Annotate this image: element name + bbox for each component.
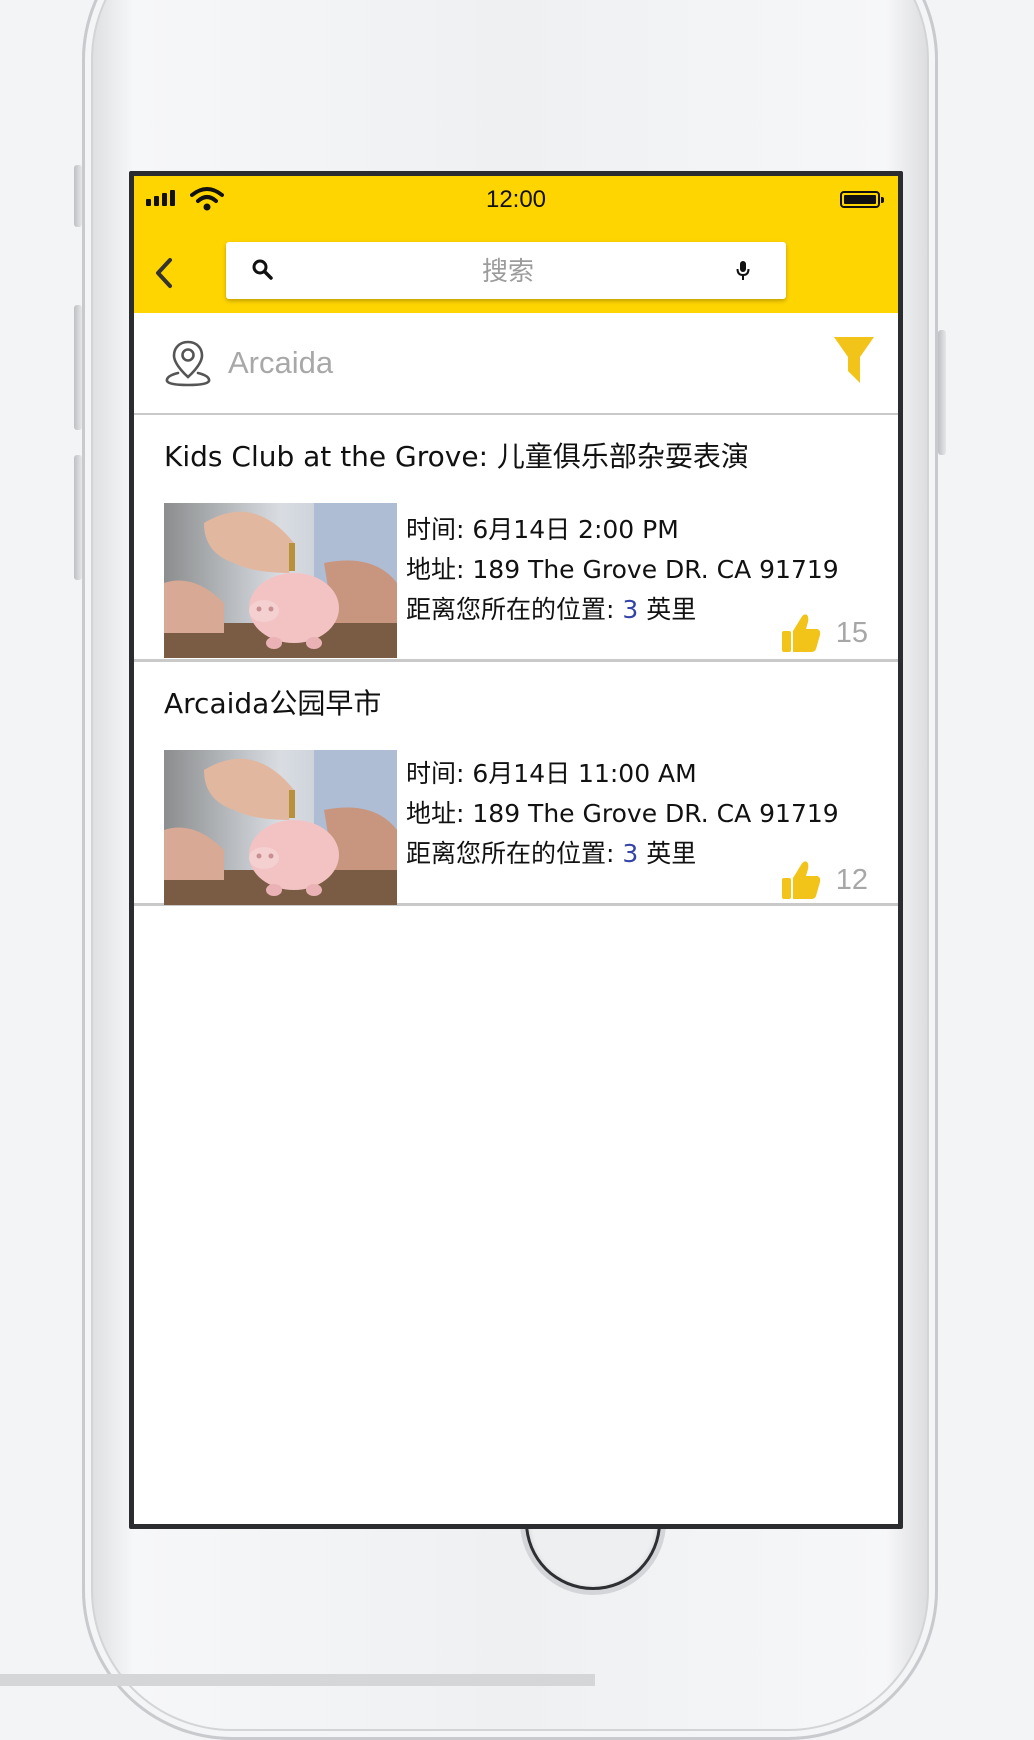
top-app-bar: 12:00 [134,176,898,313]
event-card[interactable]: Kids Club at the Grove: 儿童俱乐部杂耍表演 时间: 6月… [134,415,898,662]
event-distance: 距离您所在的位置: 3 英里 [406,834,696,870]
power-button [938,330,946,455]
volume-up-button [74,305,82,430]
like-count: 12 [835,863,868,896]
search-bar [226,242,786,301]
location-pin-icon[interactable] [164,338,212,388]
back-arrow-icon[interactable] [150,256,178,290]
empty-content-area [134,906,898,1524]
silent-switch [74,165,82,227]
time-label: 时间: [406,515,465,544]
event-title[interactable]: Arcaida公园早市 [164,682,381,722]
location-bar: Arcaida [134,313,898,415]
address-value: 189 The Grove DR. CA 91719 [472,799,839,828]
event-address: 地址: 189 The Grove DR. CA 91719 [406,550,839,586]
event-card[interactable]: Arcaida公园早市 时间: 6月14日 11:00 AM 地址: 189 T… [134,662,898,906]
event-distance: 距离您所在的位置: 3 英里 [406,590,696,626]
distance-label: 距离您所在的位置: [406,595,615,624]
distance-unit: 英里 [646,839,697,868]
time-value: 6月14日 11:00 AM [472,759,697,788]
distance-value: 3 [622,595,639,624]
mic-icon[interactable] [736,260,750,282]
time-value: 6月14日 2:00 PM [472,515,679,544]
app-screen: 12:00 Arcaida [129,171,903,1529]
filter-icon[interactable] [832,335,876,387]
event-photo [164,503,397,658]
thumbs-up-icon [781,614,820,652]
event-title[interactable]: Kids Club at the Grove: 儿童俱乐部杂耍表演 [164,435,749,475]
address-value: 189 The Grove DR. CA 91719 [472,555,839,584]
event-time: 时间: 6月14日 2:00 PM [406,510,679,546]
like-count: 15 [835,616,868,649]
bottom-scrollbar [0,1674,595,1686]
distance-value: 3 [622,839,639,868]
volume-down-button [74,455,82,580]
event-time: 时间: 6月14日 11:00 AM [406,754,697,790]
status-time: 12:00 [485,186,547,213]
time-label: 时间: [406,759,465,788]
like-button[interactable]: 15 [780,612,868,654]
address-label: 地址: [406,799,465,828]
search-icon[interactable] [252,258,274,282]
event-address: 地址: 189 The Grove DR. CA 91719 [406,794,839,830]
distance-label: 距离您所在的位置: [406,839,615,868]
thumbs-up-icon [781,861,820,899]
location-name[interactable]: Arcaida [228,345,333,381]
like-button[interactable]: 12 [780,859,868,901]
distance-unit: 英里 [646,595,697,624]
search-input[interactable] [286,242,730,301]
address-label: 地址: [406,555,465,584]
event-photo [164,750,397,905]
battery-icon [840,191,884,208]
